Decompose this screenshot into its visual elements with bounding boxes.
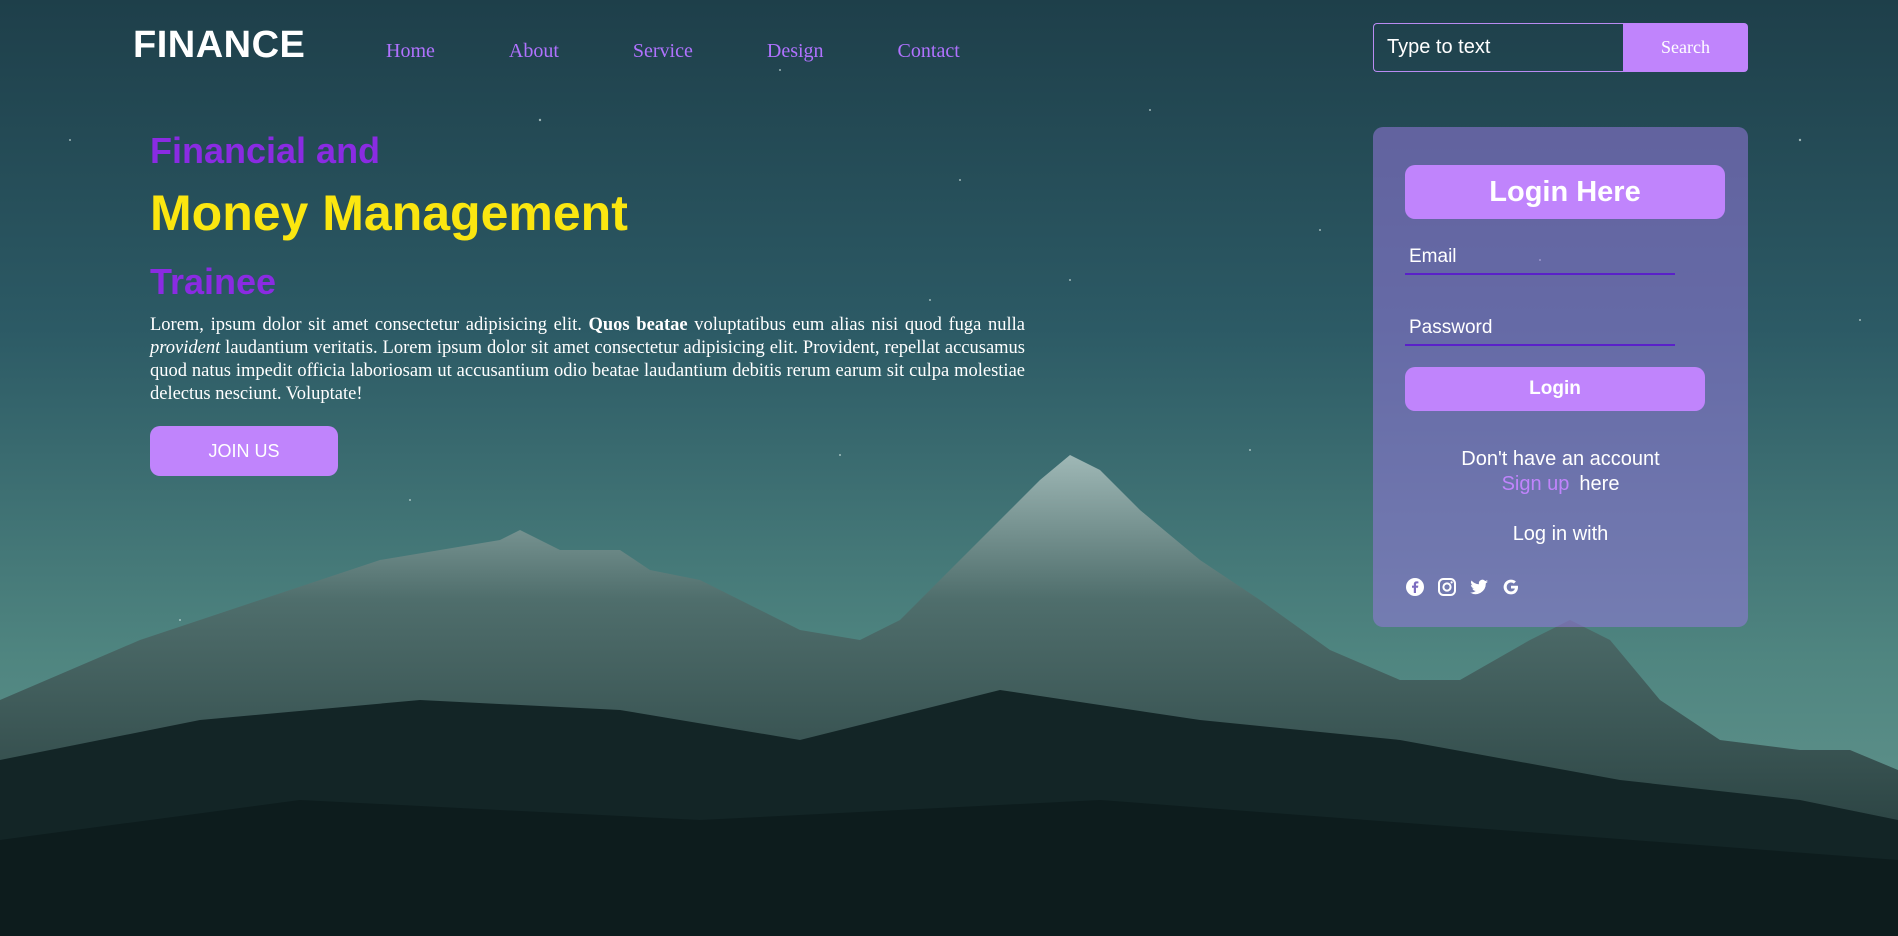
password-field[interactable] xyxy=(1405,312,1675,346)
login-title: Login Here xyxy=(1405,165,1725,219)
search-button[interactable]: Search xyxy=(1623,23,1748,72)
signup-prompt: Don't have an account Sign up here xyxy=(1373,447,1748,497)
facebook-icon[interactable] xyxy=(1405,577,1425,597)
signup-link[interactable]: Sign up xyxy=(1502,473,1570,495)
join-us-button[interactable]: JOIN US xyxy=(150,426,338,476)
nav-contact[interactable]: Contact xyxy=(898,40,960,63)
search-input[interactable] xyxy=(1373,23,1623,72)
hero-tagline: Trainee xyxy=(150,261,277,302)
hero-section: Financial and Money Management Trainee L… xyxy=(150,130,1025,406)
google-icon[interactable] xyxy=(1501,577,1521,597)
hero-subtitle: Financial and xyxy=(150,130,381,171)
email-field[interactable] xyxy=(1405,241,1675,275)
nav-design[interactable]: Design xyxy=(767,40,824,63)
social-login-prompt: Log in with xyxy=(1512,523,1609,545)
search-bar: Search xyxy=(1373,23,1748,72)
signup-suffix: here xyxy=(1579,473,1620,495)
social-icons xyxy=(1405,577,1521,597)
desc-italic: provident xyxy=(150,337,221,358)
brand-logo: FINANCE xyxy=(133,24,306,66)
instagram-icon[interactable] xyxy=(1437,577,1457,597)
hero-title: Money Management xyxy=(150,185,628,241)
hero-description: Lorem, ipsum dolor sit amet consectetur … xyxy=(150,314,1025,406)
main-nav: Home About Service Design Contact xyxy=(386,40,960,63)
twitter-icon[interactable] xyxy=(1469,577,1489,597)
desc-bold: Quos beatae xyxy=(588,314,688,335)
desc-text-2: voluptatibus eum alias nisi quod fuga nu… xyxy=(687,314,1025,335)
signup-prompt-text: Don't have an account xyxy=(1461,448,1660,470)
login-button[interactable]: Login xyxy=(1405,367,1705,411)
login-panel: Login Here Login Don't have an account S… xyxy=(1373,127,1748,627)
desc-text-1: Lorem, ipsum dolor sit amet consectetur … xyxy=(150,314,589,335)
desc-text-3: laudantium veritatis. Lorem ipsum dolor … xyxy=(150,337,1025,404)
nav-service[interactable]: Service xyxy=(633,40,693,63)
nav-about[interactable]: About xyxy=(509,40,559,63)
nav-home[interactable]: Home xyxy=(386,40,435,63)
